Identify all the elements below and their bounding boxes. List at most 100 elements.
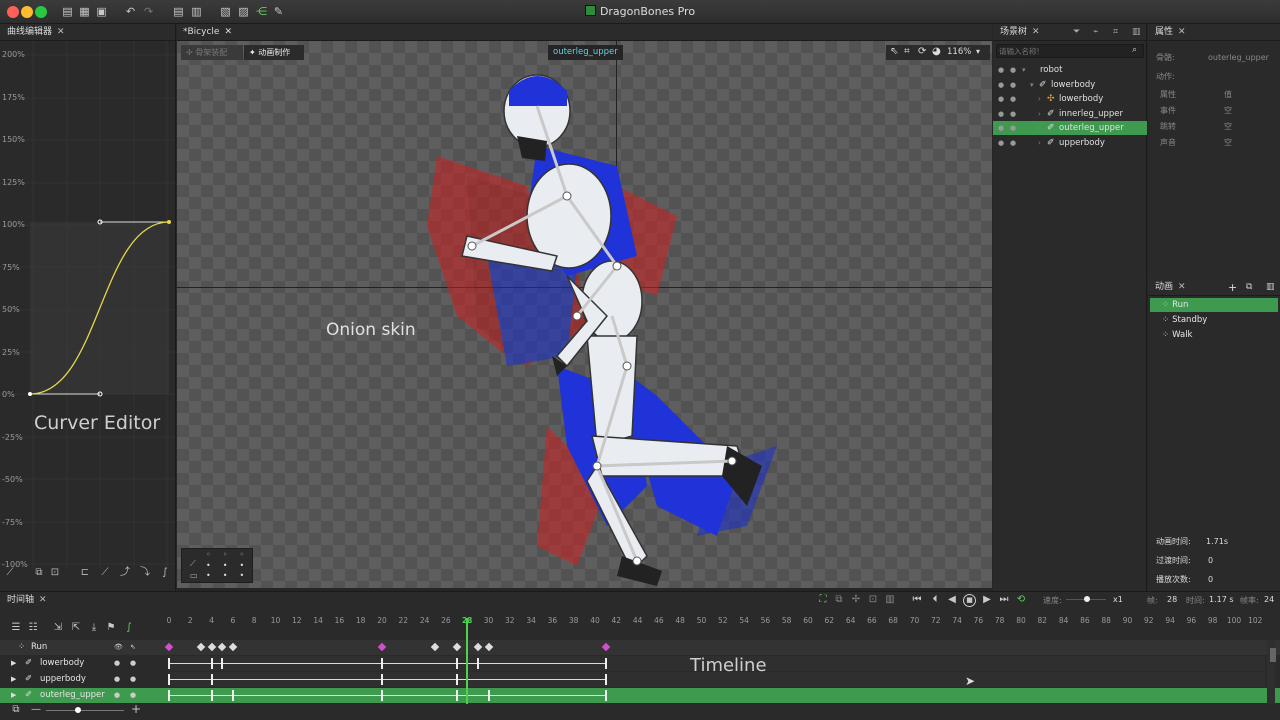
expand-arrow-icon[interactable]: › xyxy=(1038,121,1041,135)
timeline-track-row[interactable]: ▶ ✐ outerleg_upper ● ● xyxy=(0,688,1280,703)
select-tool-icon[interactable]: ⇖ xyxy=(890,46,898,57)
curve-linear-icon[interactable]: ⟋ xyxy=(4,567,16,579)
copy-animation-icon[interactable]: ⧉ xyxy=(1246,279,1252,296)
robot-character[interactable] xyxy=(417,66,797,588)
keyframe-marker[interactable] xyxy=(455,658,458,669)
visibility-eye-icon[interactable]: ● xyxy=(998,136,1004,150)
keyframe-marker[interactable] xyxy=(476,658,479,669)
close-properties-icon[interactable]: ✕ xyxy=(1178,27,1186,37)
keyframe-diamond[interactable] xyxy=(164,642,174,652)
zoom-out-icon[interactable]: — xyxy=(30,704,42,716)
animation-item[interactable]: ⁘ Run xyxy=(1150,298,1278,312)
rotate-tool-icon[interactable]: ⟳ xyxy=(918,46,926,57)
expand-arrow-icon[interactable]: ▾ xyxy=(1030,78,1034,92)
lock-icon[interactable]: ● xyxy=(1010,63,1016,77)
event-property-value[interactable]: 空 xyxy=(1224,119,1232,134)
armature-mode-button[interactable]: ✢ 骨架装配 xyxy=(181,45,243,60)
keyframe-diamond[interactable] xyxy=(218,642,227,652)
expand-arrow-icon[interactable]: › xyxy=(1038,136,1041,150)
playtimes-value[interactable]: 0 xyxy=(1208,572,1213,587)
expand-arrow-icon[interactable]: › xyxy=(1038,107,1041,121)
add-animation-icon[interactable]: + xyxy=(1228,279,1237,296)
timeline-zoom-icon[interactable]: ⧉ xyxy=(10,704,22,716)
zoom-dropdown-icon[interactable]: ▾ xyxy=(976,47,980,56)
keyframe-marker[interactable] xyxy=(210,658,213,669)
onion-dots-row1[interactable]: ••• xyxy=(206,561,256,570)
keyframe-marker[interactable] xyxy=(168,690,170,701)
expand-track-icon[interactable]: ▶ xyxy=(11,688,16,703)
keyframe-marker[interactable] xyxy=(168,658,170,669)
close-tab-icon[interactable]: ✕ xyxy=(224,27,232,37)
timeline-zoom-handle[interactable] xyxy=(75,707,81,713)
playhead[interactable] xyxy=(466,618,469,704)
close-scene-tree-icon[interactable]: ✕ xyxy=(1032,27,1040,37)
zoom-in-icon[interactable]: + xyxy=(130,703,142,715)
event-property-value[interactable]: 值 xyxy=(1224,87,1232,102)
keyframe-marker[interactable] xyxy=(381,690,383,701)
scene-tree-item[interactable]: ● ● ▾ robot xyxy=(993,63,1147,77)
keyframe-marker[interactable] xyxy=(604,690,607,701)
keyframe-marker[interactable] xyxy=(221,658,224,669)
timeline-scrollbar-thumb[interactable] xyxy=(1270,648,1276,662)
keyframe-marker[interactable] xyxy=(210,674,213,685)
lock-icon[interactable]: ● xyxy=(1010,78,1016,92)
visibility-eye-icon[interactable]: ● xyxy=(998,63,1004,77)
lock-icon[interactable]: ● xyxy=(1010,92,1016,106)
scene-tree-item[interactable]: ● ● ▾ ✐ lowerbody xyxy=(993,78,1147,92)
keyframe-marker[interactable] xyxy=(168,674,170,685)
curve-ease-in-out-icon[interactable]: ∫ xyxy=(159,567,171,579)
visibility-eye-icon[interactable]: ● xyxy=(998,121,1004,135)
lock-icon[interactable]: ● xyxy=(1010,136,1016,150)
frame-icon[interactable]: ⌗ xyxy=(1113,24,1118,41)
keyframe-diamond[interactable] xyxy=(207,642,216,652)
expand-arrow-icon[interactable]: ▾ xyxy=(1022,63,1026,77)
keyframe-diamond[interactable] xyxy=(452,642,461,652)
curve-copy-icon[interactable]: ⧉ xyxy=(33,567,45,579)
scene-tree-item[interactable]: ● ● › ✐ upperbody xyxy=(993,136,1147,150)
track-lock-icon[interactable]: ● xyxy=(130,656,136,671)
filter-icon[interactable]: ⏷ xyxy=(1073,24,1080,41)
onion-prev-icon[interactable]: ⟋ xyxy=(190,559,196,569)
keyframe-marker[interactable] xyxy=(210,690,213,701)
onion-next-icon[interactable]: ▭ xyxy=(190,571,198,580)
expand-track-icon[interactable]: ▶ xyxy=(11,672,16,687)
track-visibility-icon[interactable]: ● xyxy=(114,688,120,703)
event-property-value[interactable]: 空 xyxy=(1224,103,1232,118)
scene-tree-item[interactable]: ● ● › ✣ lowerbody xyxy=(993,92,1147,106)
curve-ease-out-icon[interactable]: ⤵ xyxy=(139,567,151,579)
visibility-eye-icon[interactable]: ● xyxy=(998,107,1004,121)
stage-viewport[interactable]: ✢ 骨架装配 ✦ 动画制作 outerleg_upper ⇖ ⌗ ⟳ ◕ 116… xyxy=(177,41,992,588)
close-curve-editor-icon[interactable]: ✕ xyxy=(57,27,65,37)
visibility-eye-icon[interactable]: ● xyxy=(998,78,1004,92)
expand-arrow-icon[interactable]: › xyxy=(1038,92,1041,106)
keyframe-diamond[interactable] xyxy=(484,642,493,652)
track-lock-icon[interactable]: ● xyxy=(130,688,136,703)
keyframe-marker[interactable] xyxy=(231,690,234,701)
delete-animation-icon[interactable]: ▥ xyxy=(1266,279,1275,296)
keyframe-marker[interactable] xyxy=(381,658,383,669)
visibility-eye-icon[interactable]: ● xyxy=(998,92,1004,106)
keyframe-marker[interactable] xyxy=(487,690,490,701)
scene-search-box[interactable]: ⌕ xyxy=(996,44,1144,58)
scene-tree-item[interactable]: ● ● › ✐ outerleg_upper xyxy=(993,121,1147,135)
keyframe-marker[interactable] xyxy=(604,658,607,669)
track-lock-icon[interactable]: ● xyxy=(130,672,136,687)
track-visibility-icon[interactable]: ● xyxy=(114,656,120,671)
transition-value[interactable]: 0 xyxy=(1208,553,1213,568)
keyframe-marker[interactable] xyxy=(381,674,383,685)
keyframe-diamond[interactable] xyxy=(196,642,206,652)
keyframe-marker[interactable] xyxy=(604,674,607,685)
curve-step-icon[interactable]: ⊏ xyxy=(79,567,91,579)
transform-tool-icon[interactable]: ⌗ xyxy=(904,46,910,57)
curve-ease-in-icon[interactable]: ⤴ xyxy=(119,567,131,579)
timeline-zoom-slider[interactable] xyxy=(46,710,124,711)
curve-graph[interactable] xyxy=(0,41,175,591)
duration-value[interactable]: 1.71s xyxy=(1206,534,1228,549)
brush-icon[interactable]: ⌁ xyxy=(1093,24,1098,41)
animation-item[interactable]: ⁘ Standby xyxy=(1150,313,1278,327)
keyframe-diamond[interactable] xyxy=(377,642,387,652)
curve-line-icon[interactable]: ⟋ xyxy=(99,567,111,579)
keyframe-marker[interactable] xyxy=(455,690,458,701)
keyframe-diamond[interactable] xyxy=(473,642,483,652)
lock-icon[interactable]: ● xyxy=(1010,121,1016,135)
